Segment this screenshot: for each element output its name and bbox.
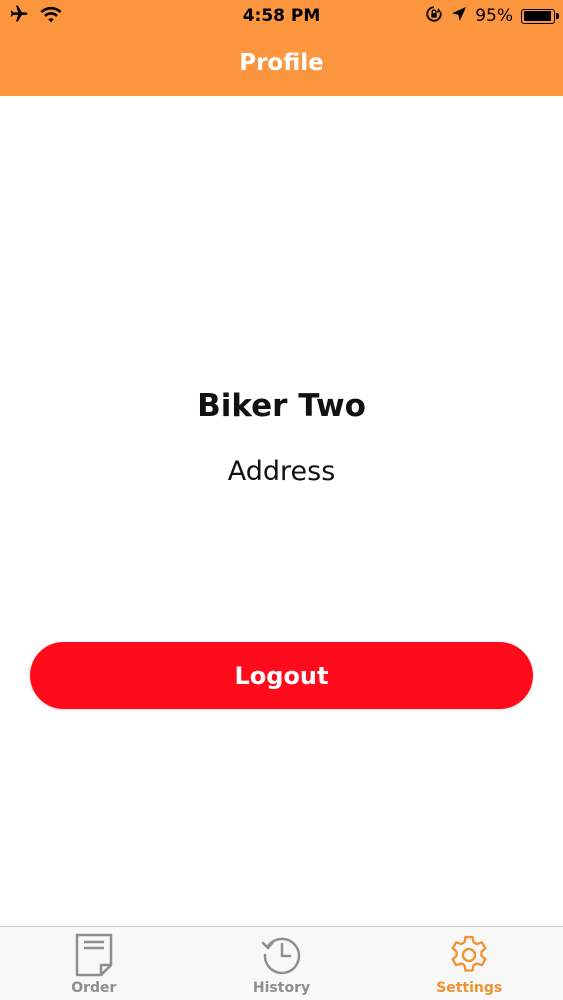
battery-icon [521,8,559,24]
tab-label: Order [71,980,117,996]
logout-button[interactable]: Logout [30,642,533,709]
status-bar: 4:58 PM 95% [0,0,563,32]
tab-settings[interactable]: Settings [375,927,563,1000]
location-arrow-icon [451,6,467,27]
battery-level [523,11,552,21]
history-clock-icon [260,933,304,977]
tab-history[interactable]: History [188,927,376,1000]
page-title: Profile [239,50,324,76]
order-document-icon [74,933,114,977]
tab-label: Settings [436,980,503,996]
status-right: 95% [425,5,559,28]
tab-bar: Order History Settings [0,926,563,1000]
settings-gear-icon [447,933,491,977]
battery-percent: 95% [475,6,513,26]
profile-name: Biker Two [197,388,366,424]
header: 4:58 PM 95% Profile [0,0,563,96]
tab-label: History [252,980,311,996]
rotation-lock-icon [425,5,443,28]
profile-screen: 4:58 PM 95% Profile Biker Two Address Lo… [0,0,563,1000]
tab-order[interactable]: Order [0,927,188,1000]
profile-address: Address [227,456,336,487]
